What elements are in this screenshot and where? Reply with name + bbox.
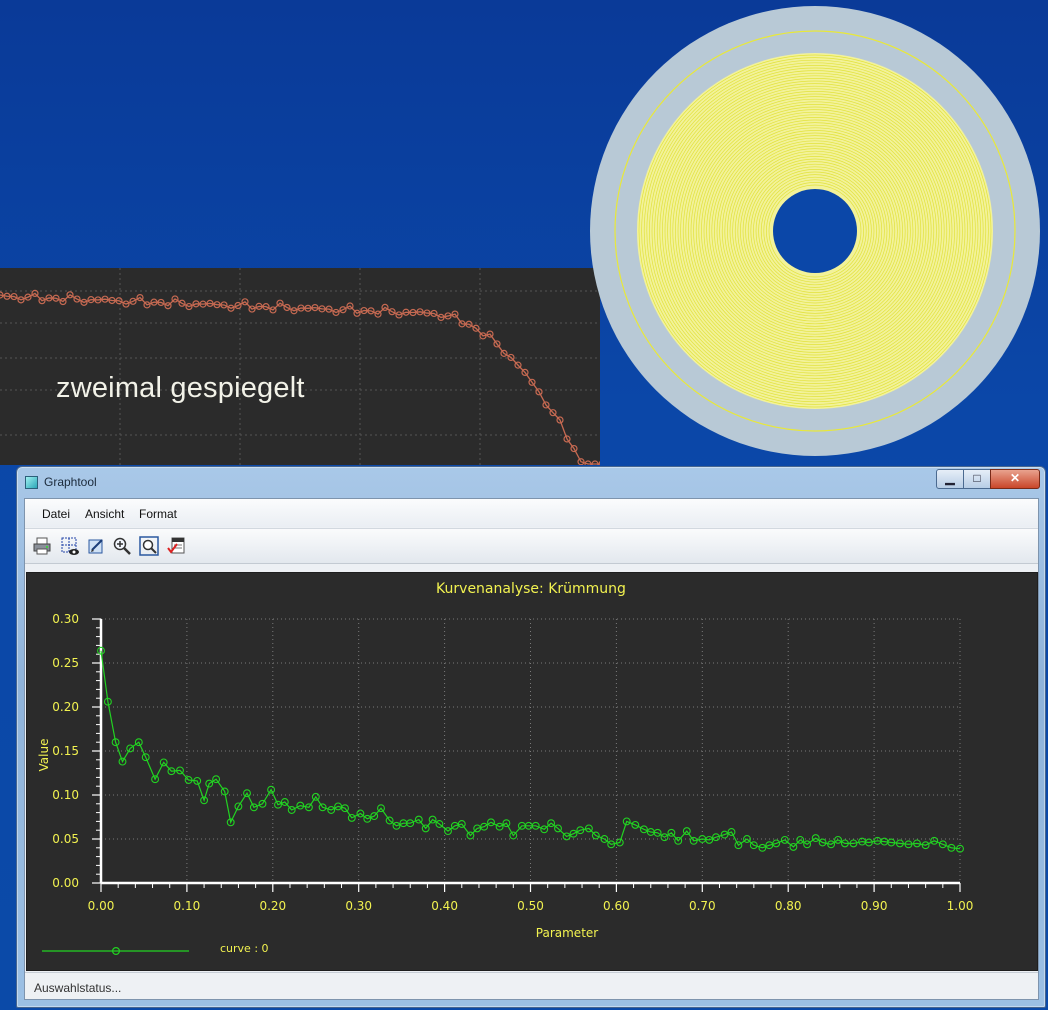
- x-tick-label: 0.00: [88, 899, 115, 913]
- legend-label: curve : 0: [220, 942, 269, 955]
- spiral-disk-image: [590, 6, 1040, 456]
- y-tick-label: 0.20: [52, 700, 79, 714]
- curvature-chart: Kurvenanalyse: Krümmung 0.00 0.10 0.20 0.30…: [37, 581, 973, 956]
- x-tick-label: 1.00: [947, 899, 974, 913]
- x-tick-label: 0.20: [259, 899, 286, 913]
- chart-series: [97, 646, 964, 853]
- title-bar[interactable]: Graphtool ▁ □ ✕: [17, 467, 1045, 497]
- zoom-in-icon[interactable]: [112, 536, 132, 556]
- y-tick-label: 0.00: [52, 876, 79, 890]
- y-tick-label: 0.10: [52, 788, 79, 802]
- chart-grid: [100, 618, 961, 884]
- x-tick-label: 0.30: [345, 899, 372, 913]
- close-button[interactable]: ✕: [990, 469, 1040, 489]
- background-chart-fragment: zweimal gespiegelt: [0, 268, 600, 465]
- chart-title: Kurvenanalyse: Krümmung: [436, 581, 626, 597]
- y-tick-label: 0.15: [52, 744, 79, 758]
- zoom-fit-icon[interactable]: [139, 536, 159, 556]
- minimize-button[interactable]: ▁: [936, 469, 964, 489]
- export-icon[interactable]: [167, 536, 187, 556]
- window-title: Graphtool: [44, 475, 97, 489]
- y-tick-label: 0.30: [52, 612, 79, 626]
- y-tick-label: 0.05: [52, 832, 79, 846]
- menu-bar: Datei Ansicht Format: [25, 499, 1038, 527]
- print-icon[interactable]: [32, 536, 52, 556]
- menu-item-format[interactable]: Format: [139, 507, 177, 521]
- disk-hole: [773, 189, 857, 273]
- chart-legend: curve : 0: [42, 942, 269, 956]
- status-bar: Auswahlstatus...: [25, 972, 1038, 999]
- background-label: zweimal gespiegelt: [56, 372, 305, 404]
- menu-item-ansicht[interactable]: Ansicht: [85, 507, 124, 521]
- x-tick-label: 0.90: [861, 899, 888, 913]
- x-tick-label: 0.40: [431, 899, 458, 913]
- chart-ticks: 0.00 0.10 0.20 0.30 0.40 0.50 0.60 0.70 0.80 0.90…: [52, 612, 973, 913]
- maximize-button[interactable]: □: [963, 469, 991, 489]
- graphtool-window: Graphtool ▁ □ ✕ Datei Ansicht Format Kur…: [16, 466, 1046, 1008]
- x-tick-label: 0.50: [517, 899, 544, 913]
- plot-panel[interactable]: Kurvenanalyse: Krümmung 0.00 0.10 0.20 0.30…: [26, 572, 1038, 971]
- background-chart-svg: [0, 268, 600, 465]
- menu-item-datei[interactable]: Datei: [42, 507, 70, 521]
- x-tick-label: 0.60: [603, 899, 630, 913]
- toolbar: [25, 528, 1038, 564]
- grid-view-icon[interactable]: [60, 536, 80, 556]
- edit-icon[interactable]: [86, 536, 106, 556]
- x-tick-label: 0.70: [689, 899, 716, 913]
- status-text: Auswahlstatus...: [34, 981, 122, 995]
- x-axis-label: Parameter: [536, 926, 598, 940]
- x-tick-label: 0.80: [775, 899, 802, 913]
- app-icon: [25, 476, 38, 489]
- y-axis-label: Value: [37, 739, 51, 772]
- window-client-area: Datei Ansicht Format Kurvenanalyse: Krüm…: [24, 498, 1039, 1000]
- x-tick-label: 0.10: [174, 899, 201, 913]
- y-tick-label: 0.25: [52, 656, 79, 670]
